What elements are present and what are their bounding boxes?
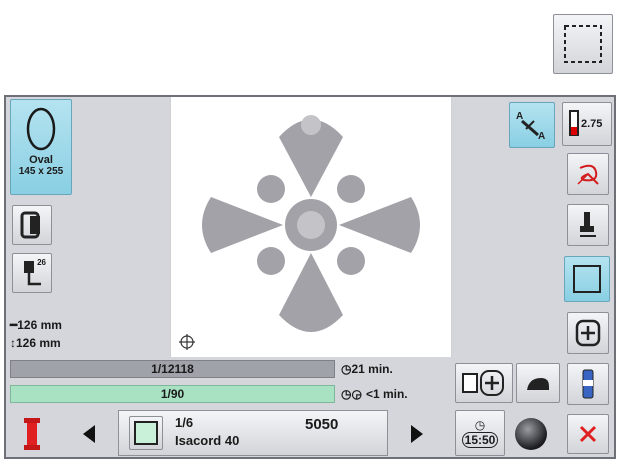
color-time-remaining: ◷◶ <1 min. [341, 387, 408, 401]
hoop-selection-button[interactable]: Oval 145 x 255 [10, 99, 72, 195]
cancel-button[interactable] [567, 414, 609, 454]
clock-button[interactable]: ◷ 15:50 [455, 410, 505, 456]
thread-color-button[interactable] [567, 363, 609, 405]
design-height: ↕126 mm [10, 336, 61, 350]
total-time-remaining: ◷21 min. [341, 362, 393, 376]
previous-color-button[interactable] [64, 414, 114, 454]
hoop-attach-icon [20, 211, 40, 239]
arrow-right-icon [411, 425, 423, 443]
color-swatch[interactable] [129, 416, 163, 450]
thread-cut-icon [577, 164, 599, 185]
hoop-frame-icon [573, 265, 601, 293]
thread-tension-button[interactable]: 2.75 [562, 102, 612, 146]
close-icon [579, 425, 597, 443]
design-motif [202, 115, 420, 332]
design-width: ━126 mm [10, 318, 62, 332]
hoop-position-button[interactable] [455, 363, 513, 403]
svg-text:A: A [516, 111, 523, 122]
thread-spool-icon [582, 369, 594, 399]
color-info-panel: 1/6 Isacord 40 5050 [118, 410, 388, 456]
clock-time: 15:50 [461, 432, 499, 448]
presser-foot-button[interactable]: 26 [12, 253, 52, 293]
arrow-left-icon [83, 425, 95, 443]
thread-cutter-button[interactable] [567, 153, 609, 195]
hoop-outline-button[interactable] [564, 256, 610, 302]
swatch-box [134, 421, 158, 445]
move-hoop-button[interactable] [567, 312, 609, 354]
clock-icon: ◷ [341, 362, 352, 376]
hoop-size-label: 145 x 255 [18, 166, 64, 177]
resize-arrows-icon: A A [516, 111, 545, 142]
thread-code: 5050 [305, 416, 339, 433]
presser-foot-stitch-icon [527, 378, 549, 390]
stitch-progress-text: 1/12118 [151, 362, 194, 376]
hoop-attach-button[interactable] [12, 205, 52, 245]
color-clock-icon: ◷◶ [341, 387, 362, 401]
design-canvas[interactable] [170, 97, 452, 357]
check-design-size-button[interactable]: A A [509, 102, 555, 148]
presser-foot-number: 26 [37, 258, 46, 267]
svg-text:A: A [538, 131, 545, 142]
clock-small-icon: ◷ [474, 418, 486, 432]
presser-foot-position-button[interactable] [567, 204, 609, 246]
color-progress-bar: 1/90 [10, 385, 335, 403]
tension-gauge-icon [569, 110, 579, 136]
color-position: 1/6 [175, 415, 194, 430]
dashed-frame-icon [564, 25, 602, 63]
thread-brand: Isacord 40 [175, 433, 240, 448]
hoop-shape-label: Oval [29, 154, 53, 166]
move-hoop-icon [575, 319, 601, 347]
start-stop-icon[interactable] [515, 418, 547, 450]
tension-value: 2.75 [581, 118, 603, 130]
thread-spool-indicator-icon [12, 414, 52, 454]
presser-foot-down-icon [580, 212, 596, 237]
hoop-outline-toggle-button[interactable] [553, 14, 613, 74]
crosshair-icon [179, 334, 195, 350]
stitch-back-button[interactable] [516, 363, 560, 403]
embroidery-design [179, 115, 420, 350]
hoop-center-icon [462, 370, 504, 396]
next-color-button[interactable] [392, 414, 442, 454]
stitch-progress-bar: 1/12118 [10, 360, 335, 378]
oval-hoop-icon [26, 107, 56, 151]
color-progress-text: 1/90 [160, 387, 185, 401]
